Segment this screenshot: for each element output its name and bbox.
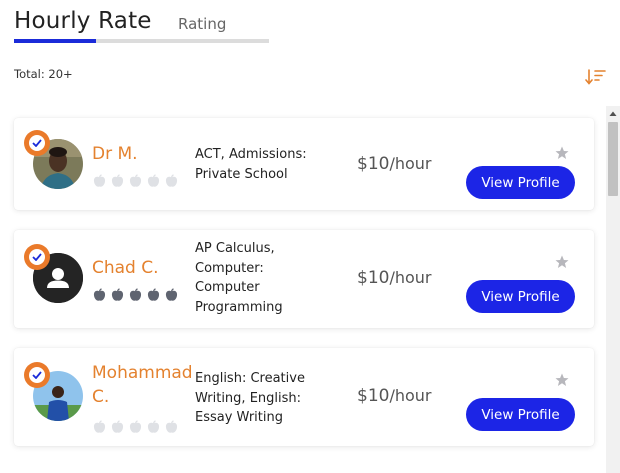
scrollbar[interactable] (606, 106, 620, 473)
view-profile-button[interactable]: View Profile (466, 398, 575, 431)
apple-rating (93, 419, 178, 433)
apple-empty-icon (147, 173, 160, 187)
apple-rating (93, 287, 178, 301)
apple-filled-icon (93, 287, 106, 301)
rate-unit: /hour (389, 386, 432, 405)
tutor-card: Dr M. ACT, Admissions: Private School $1… (14, 118, 594, 210)
scroll-up-arrow-icon[interactable] (606, 106, 620, 120)
apple-empty-icon (165, 419, 178, 433)
tab-rating[interactable]: Rating (178, 15, 226, 33)
apple-empty-icon (129, 419, 142, 433)
rate-amount: $10 (357, 154, 390, 174)
view-profile-button[interactable]: View Profile (466, 166, 575, 199)
check-badge-icon (24, 362, 50, 388)
rate-amount: $10 (357, 386, 390, 406)
apple-filled-icon (111, 287, 124, 301)
apple-rating (93, 173, 178, 187)
tab-bar: Hourly Rate Rating (14, 6, 269, 44)
apple-empty-icon (93, 419, 106, 433)
favorite-star-icon[interactable] (555, 254, 569, 268)
apple-filled-icon (165, 287, 178, 301)
tutor-subjects: AP Calculus, Computer: Computer Programm… (195, 241, 283, 315)
apple-empty-icon (93, 173, 106, 187)
total-count: Total: 20+ (14, 67, 73, 81)
apple-empty-icon (111, 173, 124, 187)
check-badge-icon (24, 130, 50, 156)
tutor-name[interactable]: Chad C. (92, 256, 200, 280)
rate-amount: $10 (357, 268, 390, 288)
apple-empty-icon (165, 173, 178, 187)
tutor-subjects: English: Creative Writing, English: Essa… (195, 371, 305, 425)
apple-empty-icon (147, 419, 160, 433)
favorite-star-icon[interactable] (555, 145, 569, 159)
sort-icon[interactable] (585, 68, 607, 86)
tutor-card: Mohammad C. English: Creative Writing, E… (14, 348, 594, 446)
favorite-star-icon[interactable] (555, 372, 569, 386)
apple-filled-icon (147, 287, 160, 301)
apple-empty-icon (129, 173, 142, 187)
tutor-rate: $10/hour (357, 386, 432, 406)
tutor-rate: $10/hour (357, 154, 432, 174)
rate-unit: /hour (389, 268, 432, 287)
tutor-rate: $10/hour (357, 268, 432, 288)
tutor-card: Chad C. AP Calculus, Computer: Computer … (14, 230, 594, 328)
tutor-name[interactable]: Mohammad C. (92, 361, 200, 409)
tutor-name[interactable]: Dr M. (92, 142, 200, 166)
active-tab-indicator (14, 39, 96, 43)
scroll-thumb[interactable] (608, 122, 618, 196)
check-badge-icon (24, 244, 50, 270)
apple-filled-icon (129, 287, 142, 301)
tutor-subjects: ACT, Admissions: Private School (195, 147, 307, 182)
view-profile-button[interactable]: View Profile (466, 280, 575, 313)
apple-empty-icon (111, 419, 124, 433)
rate-unit: /hour (389, 154, 432, 173)
tab-hourly-rate[interactable]: Hourly Rate (14, 8, 152, 34)
